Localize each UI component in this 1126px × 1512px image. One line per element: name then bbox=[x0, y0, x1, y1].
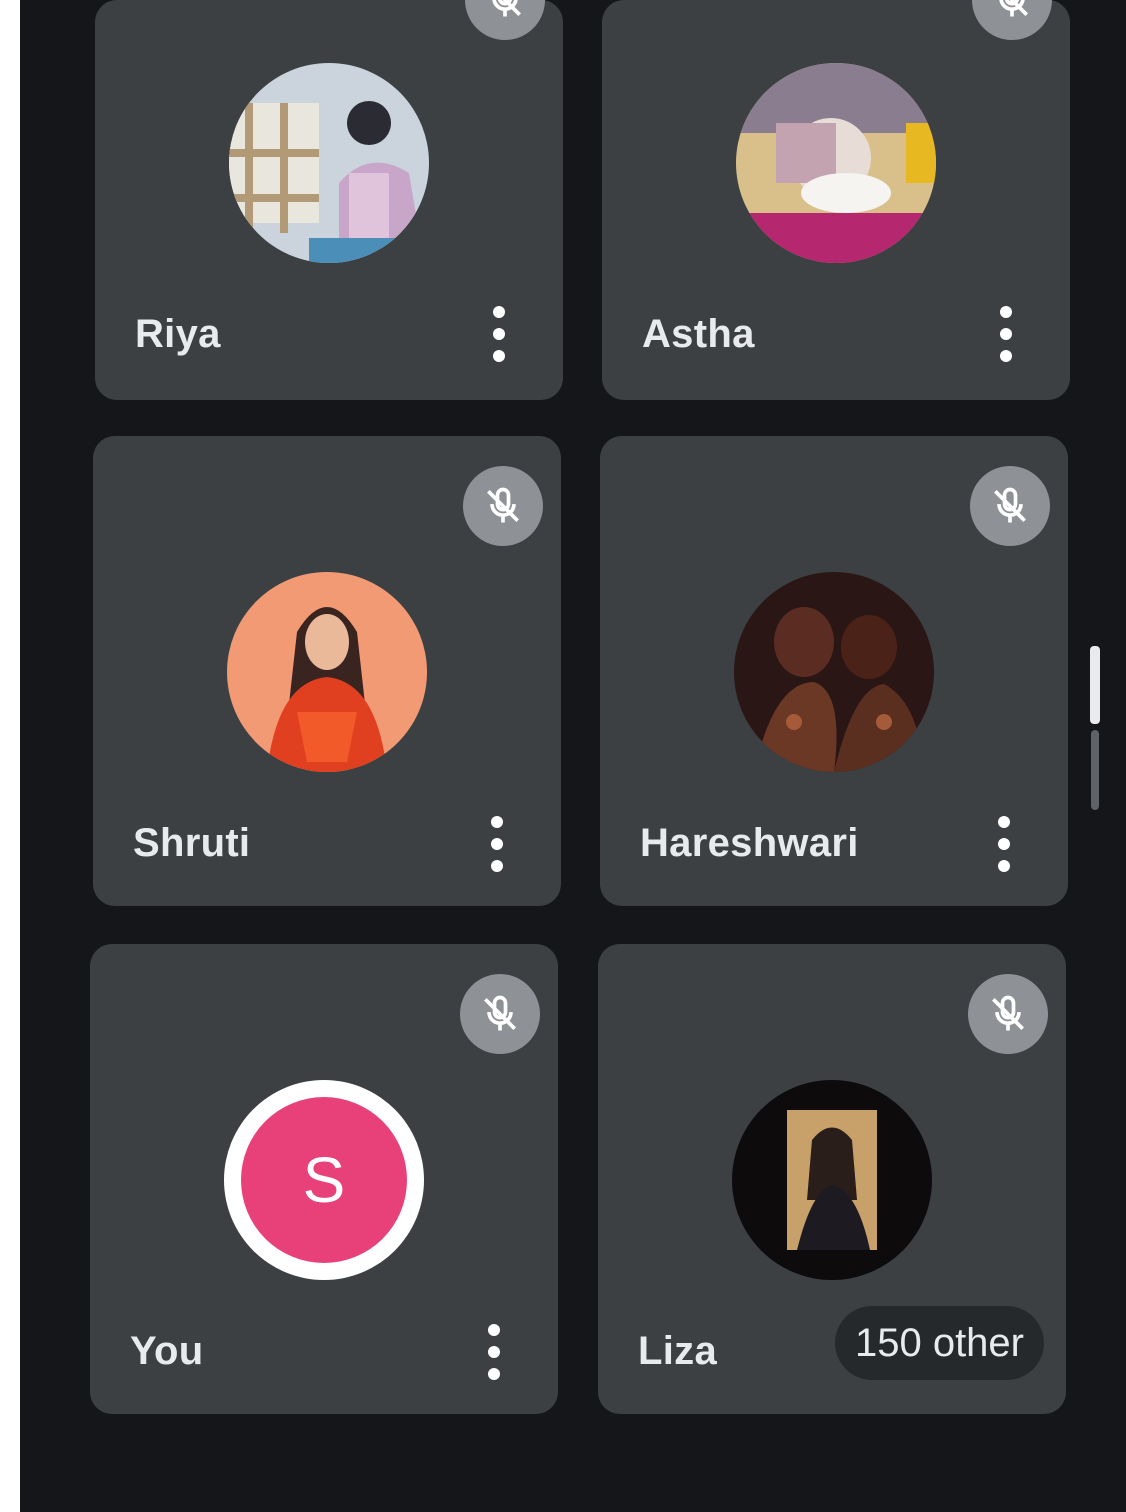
participant-avatar bbox=[732, 1080, 932, 1280]
more-options-icon[interactable] bbox=[487, 816, 507, 872]
more-options-icon[interactable] bbox=[996, 306, 1016, 362]
participant-name: Hareshwari bbox=[640, 821, 859, 865]
scrollbar-thumb[interactable] bbox=[1090, 646, 1100, 724]
participant-avatar bbox=[736, 63, 936, 263]
participant-avatar bbox=[227, 572, 427, 772]
participant-tile-you[interactable]: S You bbox=[90, 944, 558, 1414]
participant-tile-shruti[interactable]: Shruti bbox=[93, 436, 561, 906]
mic-off-icon bbox=[463, 466, 543, 546]
meeting-grid: Riya Astha Shruti Hareshwari S You Liza … bbox=[20, 0, 1126, 1512]
participant-name: Riya bbox=[135, 312, 221, 356]
participant-name: Liza bbox=[638, 1329, 717, 1373]
self-avatar: S bbox=[224, 1080, 424, 1280]
more-options-icon[interactable] bbox=[484, 1324, 504, 1380]
scrollbar-track[interactable] bbox=[1091, 730, 1099, 810]
participant-avatar bbox=[734, 572, 934, 772]
participant-tile-liza[interactable]: Liza 150 other bbox=[598, 944, 1066, 1414]
participant-avatar bbox=[229, 63, 429, 263]
participant-tile-riya[interactable]: Riya bbox=[95, 0, 563, 400]
others-count-chip[interactable]: 150 other bbox=[834, 1306, 1044, 1380]
mic-off-icon bbox=[968, 974, 1048, 1054]
mic-off-icon bbox=[460, 974, 540, 1054]
mic-off-icon bbox=[970, 466, 1050, 546]
participant-name: Astha bbox=[642, 312, 755, 356]
participant-tile-astha[interactable]: Astha bbox=[602, 0, 1070, 400]
mic-off-icon bbox=[465, 0, 545, 40]
avatar-initial: S bbox=[241, 1097, 407, 1263]
more-options-icon[interactable] bbox=[489, 306, 509, 362]
participant-name: Shruti bbox=[133, 821, 251, 865]
more-options-icon[interactable] bbox=[994, 816, 1014, 872]
participant-name: You bbox=[130, 1329, 204, 1373]
mic-off-icon bbox=[972, 0, 1052, 40]
participant-tile-hareshwari[interactable]: Hareshwari bbox=[600, 436, 1068, 906]
